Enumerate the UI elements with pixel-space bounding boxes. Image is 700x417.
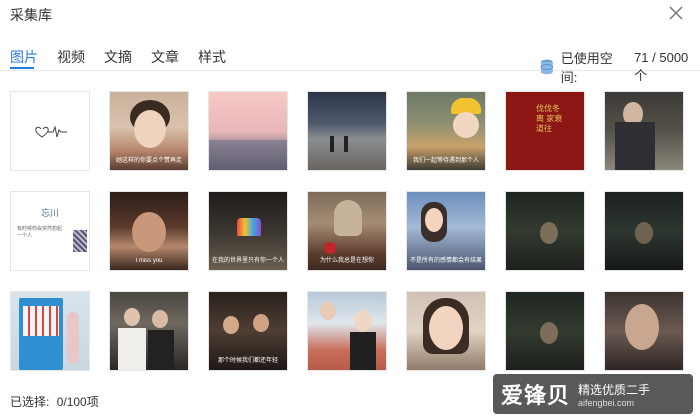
storage-value: 71 / 5000个 [634,50,689,83]
thumbnail-text: 有时候你会突然想起一个人 [17,226,63,239]
tab-bar: 图片 视频 文摘 文章 样式 [10,47,245,71]
thumbnail-caption: 为什么我总是在想你 [319,258,374,264]
thumbnail[interactable] [604,191,684,271]
thumbnail[interactable] [604,291,684,371]
thumbnail-caption: I miss you [135,258,163,264]
thumbnail[interactable] [307,91,387,171]
tab-excerpts[interactable]: 文摘 [104,47,132,71]
window-title: 采集库 [10,7,52,23]
thumbnail[interactable]: 她这样的你要点个赞再走 [109,91,189,171]
thumbnail[interactable] [604,91,684,171]
selection-status: 已选择: 0/100项 [10,393,99,410]
storage-label: 已使用空间: [560,51,613,85]
storage-usage: 已使用空间: 71 / 5000个 [540,48,700,86]
thumbnail[interactable] [505,191,585,271]
thumbnail[interactable] [406,291,486,371]
tab-styles[interactable]: 样式 [198,47,226,71]
close-icon[interactable] [668,5,684,21]
thumbnail-caption: 她这样的你要点个赞再走 [115,158,182,164]
active-tab-indicator [10,67,34,69]
thumbnail[interactable] [505,291,585,371]
watermark-url: aifengbei.com [578,397,635,408]
watermark: 爱锋贝 精选优质二手 aifengbei.com [493,374,693,414]
selection-label: 已选择: [10,395,50,409]
thumbnail-caption: 在我的世界里只有你一个人 [211,258,284,264]
thumbnail[interactable]: 在我的世界里只有你一个人 [208,191,288,271]
watermark-logo: 爱锋贝 [501,383,571,408]
thumbnail[interactable]: I miss you [109,191,189,271]
thumbnail-caption: 那个时候我们都还年轻 [217,358,278,364]
thumbnail[interactable]: 为什么我总是在想你 [307,191,387,271]
tab-videos[interactable]: 视频 [57,47,85,71]
thumbnail[interactable] [208,91,288,171]
watermark-slogan: 精选优质二手 [578,382,651,397]
thumbnail-caption: 不是所有的感情都会有结果 [409,258,482,264]
thumbnail[interactable]: 那个时候我们都还年轻 [208,291,288,371]
thumbnail-caption: 我们一起等待遇到那个人 [412,158,479,164]
selection-count: 0/100项 [56,395,99,409]
tab-articles[interactable]: 文章 [151,47,179,71]
thumbnail[interactable]: 忘川 有时候你会突然想起一个人 [10,191,90,271]
thumbnail[interactable] [109,291,189,371]
thumbnail[interactable] [307,291,387,371]
thumbnail[interactable] [10,291,90,371]
thumbnail[interactable] [10,91,90,171]
thumbnail[interactable]: 伐伐冬离 家衰道往 [505,91,585,171]
thumbnail[interactable]: 我们一起等待遇到那个人 [406,91,486,171]
thumbnail[interactable]: 不是所有的感情都会有结果 [406,191,486,271]
thumbnail-text: 伐伐冬离 家衰道往 [536,104,563,133]
database-icon [540,59,554,75]
heartbeat-icon [35,125,67,138]
thumbnail-title: 忘川 [40,208,59,218]
